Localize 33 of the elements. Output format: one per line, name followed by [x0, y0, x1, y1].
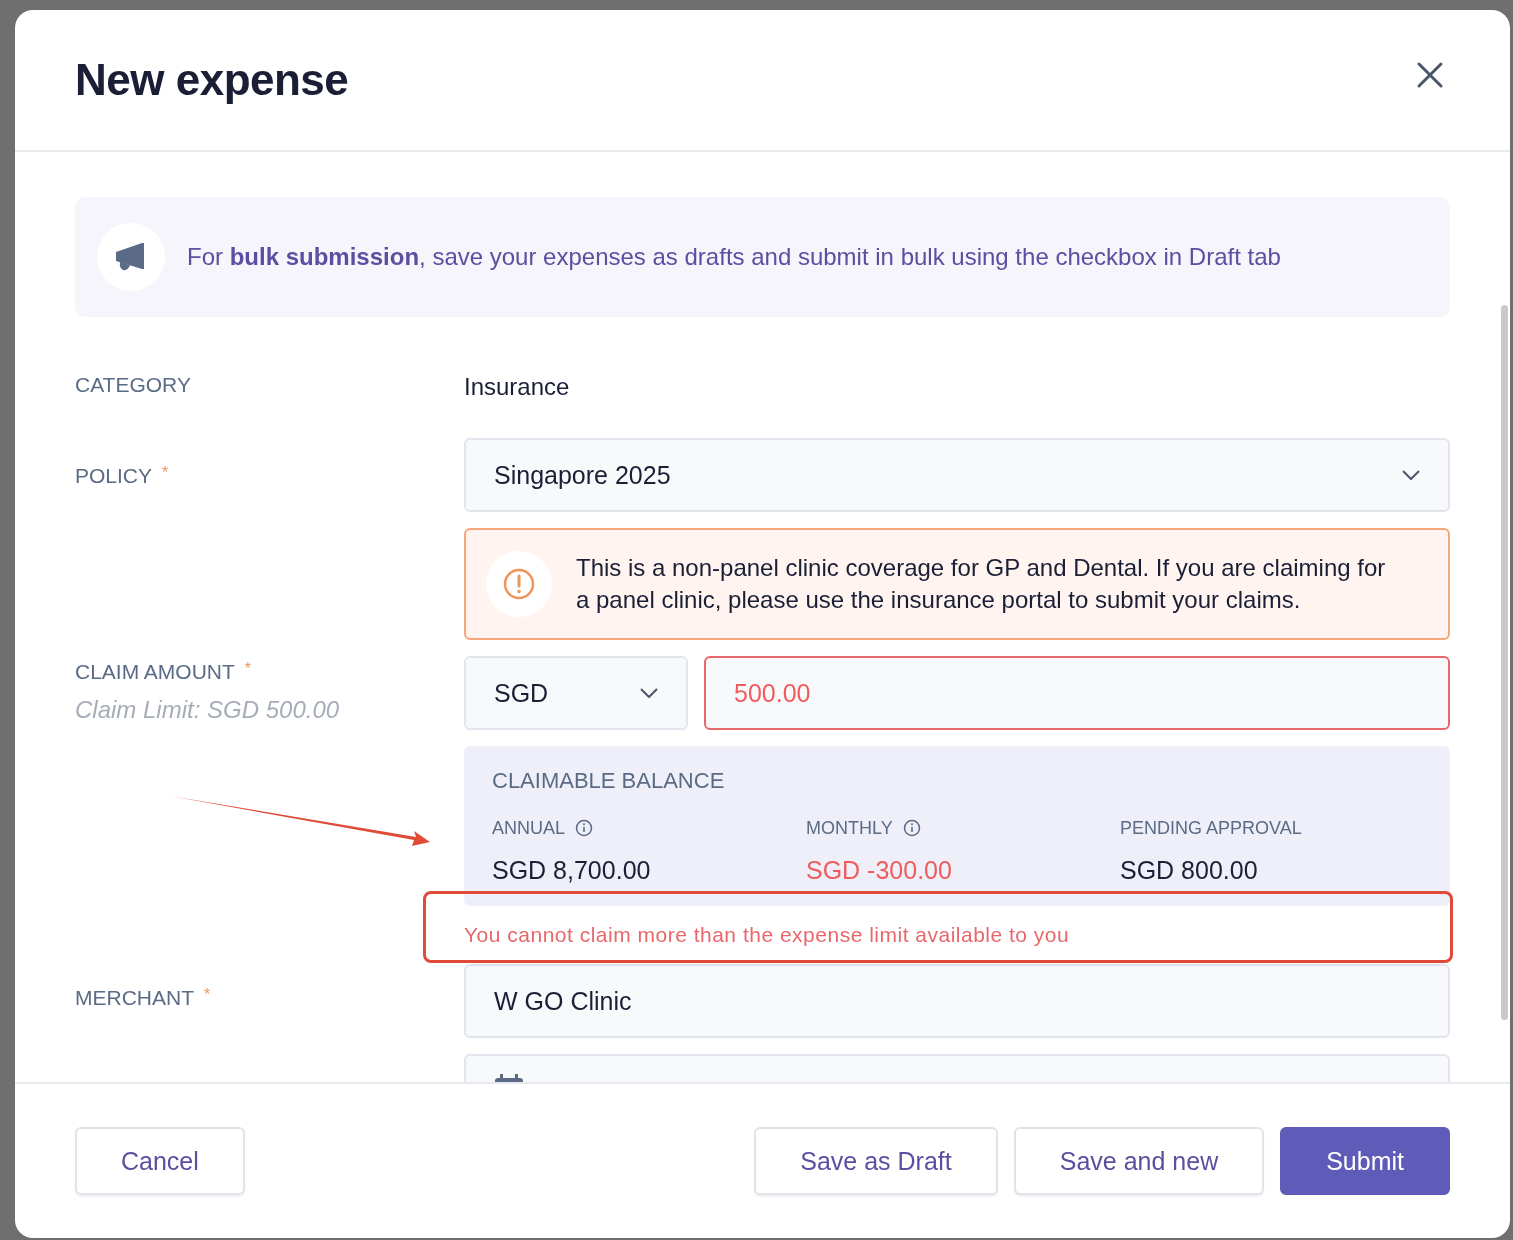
- balance-label: MONTHLY: [806, 817, 893, 839]
- currency-select[interactable]: SGD: [464, 656, 688, 730]
- banner-text: For bulk submission, save your expenses as drafts and submit in bulk using the checkbox in Draft tab: [187, 243, 1281, 271]
- policy-select[interactable]: Singapore 2025: [464, 438, 1450, 512]
- footer-button[interactable]: Cancel: [75, 1127, 245, 1195]
- balance-label: ANNUAL: [492, 817, 566, 839]
- chevron-icon: [640, 688, 658, 698]
- required-mark: *: [244, 660, 252, 677]
- footer-button[interactable]: Save and new: [1013, 1127, 1265, 1195]
- merchant-field[interactable]: W GO Clinic: [464, 964, 1450, 1038]
- field-label: MERCHANT: [75, 986, 194, 1009]
- balance-value: SGD -300.00: [806, 856, 953, 885]
- field-label: CATEGORY: [75, 373, 191, 396]
- scrollbar[interactable]: [1501, 305, 1508, 1020]
- required-mark: *: [204, 986, 211, 1003]
- chevron-icon: [1402, 470, 1420, 480]
- balance-title: CLAIMABLE BALANCE: [492, 768, 725, 793]
- notice-text: This is a non-panel clinic coverage for GP and Dental. If you are claiming for a panel clinic, please use the insurance portal to submit your claims.: [576, 553, 1387, 615]
- balance-label: PENDING APPROVAL: [1120, 817, 1302, 839]
- field-label: CLAIM AMOUNT: [75, 660, 235, 683]
- balance-value: SGD 8,700.00: [492, 856, 652, 885]
- info-icon[interactable]: [902, 819, 921, 837]
- error-message: You cannot claim more than the expense limit available to you: [464, 923, 1070, 947]
- close-icon[interactable]: [1416, 61, 1444, 89]
- info-icon[interactable]: [575, 819, 594, 837]
- category-value: Insurance: [464, 373, 571, 401]
- footer-button[interactable]: Save as Draft: [754, 1127, 998, 1195]
- claim-limit-hint: Claim Limit: SGD 500.00: [75, 696, 341, 724]
- balance-value: SGD 800.00: [1120, 856, 1259, 885]
- submit-button[interactable]: Submit: [1280, 1127, 1450, 1195]
- field-label: POLICY: [75, 464, 153, 487]
- required-mark: *: [162, 464, 169, 481]
- dialog-title: New expense: [75, 55, 349, 105]
